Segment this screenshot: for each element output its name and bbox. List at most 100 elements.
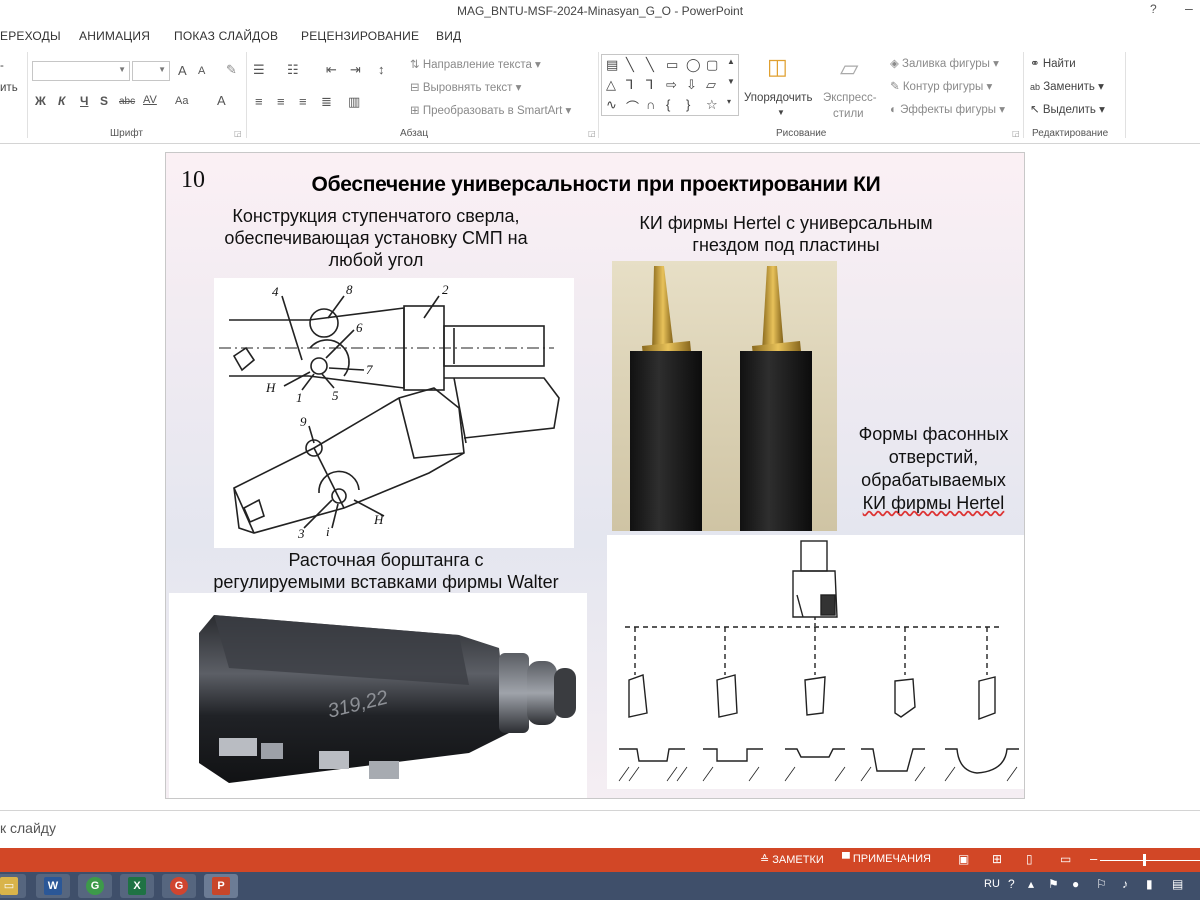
arrange-button[interactable]: Упорядочить	[744, 92, 812, 104]
slide-title[interactable]: Обеспечение универсальности при проектир…	[266, 173, 926, 197]
slide-canvas[interactable]: 10 Обеспечение универсальности при проек…	[165, 152, 1025, 799]
volume-tray-icon[interactable]: ♪	[1122, 877, 1128, 891]
help-tray-icon[interactable]: ?	[1008, 877, 1015, 891]
find-button[interactable]: ⚭ Найти	[1030, 56, 1076, 70]
taskbar-powerpoint[interactable]: P	[204, 874, 238, 898]
caption-hole-shapes[interactable]: Формы фасонных отверстий, обрабатываемых…	[846, 423, 1021, 515]
columns-icon[interactable]: ▥	[348, 94, 360, 110]
textbox-shape-icon[interactable]: ▤	[606, 57, 618, 73]
select-button[interactable]: ↖ Выделить ▾	[1030, 102, 1105, 116]
line-spacing-icon[interactable]: ↕	[378, 62, 385, 77]
arrange-dropdown-icon[interactable]: ▼	[777, 108, 785, 117]
brace-shape-icon[interactable]: ∩	[646, 97, 655, 112]
zoom-slider-thumb[interactable]	[1143, 854, 1146, 866]
normal-view-icon[interactable]: ▣	[958, 852, 969, 866]
notes-toggle-button[interactable]: ≙ ЗАМЕТКИ	[760, 853, 824, 866]
char-spacing-button[interactable]: AV	[143, 94, 157, 106]
text-direction-button[interactable]: ⇅ Направление текста ▾	[410, 57, 541, 71]
rect-shape-icon[interactable]: ▭	[666, 57, 678, 73]
zoom-slider-track[interactable]	[1100, 860, 1200, 861]
step-drill-drawing[interactable]: 4 8 2 6 7 5 1 H 9 3 i H	[214, 278, 574, 548]
caption-drill[interactable]: Конструкция ступенчатого сверла, обеспеч…	[206, 205, 546, 271]
align-right-icon[interactable]: ≡	[299, 94, 307, 109]
caption-hertel[interactable]: КИ фирмы Hertel с универсальным гнездом …	[611, 212, 961, 256]
align-left-icon[interactable]: ≡	[255, 94, 263, 109]
arrow-down-shape-icon[interactable]: ⇩	[686, 77, 697, 93]
align-text-button[interactable]: ⊟ Выровнять текст ▾	[410, 80, 521, 94]
left-brace-shape-icon[interactable]: {	[666, 97, 670, 112]
shape-fill-button[interactable]: ◈ Заливка фигуры ▾	[890, 56, 999, 70]
clipboard-copy-label[interactable]: ить	[0, 82, 18, 94]
gallery-scroll-up-icon[interactable]: ▲	[727, 57, 735, 66]
notes-placeholder[interactable]: к слайду	[0, 820, 56, 836]
taskbar-excel[interactable]: X	[120, 874, 154, 898]
battery-tray-icon[interactable]: ▮	[1146, 877, 1153, 891]
curve-shape-icon[interactable]: ∿	[606, 97, 617, 113]
taskbar-chrome-2[interactable]: G	[162, 874, 196, 898]
quick-styles-button-line1[interactable]: Экспресс-	[823, 92, 877, 104]
bullets-icon[interactable]: ☰	[253, 62, 265, 78]
font-name-combo[interactable]: ▼	[32, 61, 130, 81]
flag-tray-icon[interactable]: ⚐	[1096, 877, 1107, 891]
increase-indent-icon[interactable]: ⇥	[350, 62, 361, 78]
clear-format-icon[interactable]: ✎	[226, 62, 237, 78]
gallery-scroll-down-icon[interactable]: ▼	[727, 77, 735, 86]
italic-button[interactable]: К	[58, 94, 65, 108]
line2-shape-icon[interactable]: ╲	[646, 57, 654, 73]
hole-shapes-drawing[interactable]	[607, 535, 1024, 789]
notification-tray-icon[interactable]: ▤	[1172, 877, 1183, 891]
shapes-gallery[interactable]: ▤ ╲ ╲ ▭ ◯ ▢ △ ⅂ ⅂ ⇨ ⇩ ▱ ∿ ⌒ ∩ { } ☆ ▲ ▼ …	[601, 54, 739, 116]
app-tray-icon[interactable]: ●	[1072, 877, 1079, 891]
grow-font-button[interactable]: A	[178, 63, 187, 78]
font-color-button[interactable]: A	[217, 93, 226, 108]
shape-effects-button[interactable]: ◐ Эффекты фигуры ▾	[890, 102, 1005, 116]
arrow-tray-icon[interactable]: ▴	[1028, 877, 1034, 891]
decrease-indent-icon[interactable]: ⇤	[326, 62, 337, 78]
arc-shape-icon[interactable]: ⌒	[626, 97, 639, 116]
shrink-font-button[interactable]: A	[198, 65, 205, 77]
comments-toggle-button[interactable]: ▀ ПРИМЕЧАНИЯ	[842, 853, 931, 865]
tab-review[interactable]: РЕЦЕНЗИРОВАНИЕ	[301, 29, 419, 43]
zoom-out-button[interactable]: –	[1090, 851, 1097, 866]
elbow-shape-icon[interactable]: ⅂	[646, 77, 653, 93]
taskbar-word[interactable]: W	[36, 874, 70, 898]
network-tray-icon[interactable]: ⚑	[1048, 877, 1059, 891]
convert-smartart-button[interactable]: ⊞ Преобразовать в SmartArt ▾	[410, 103, 571, 117]
underline-button[interactable]: Ч	[80, 94, 88, 108]
oval-shape-icon[interactable]: ◯	[686, 57, 701, 73]
quick-styles-icon[interactable]: ▱	[840, 54, 858, 83]
font-size-combo[interactable]: ▼	[132, 61, 170, 81]
minimize-button[interactable]: –	[1185, 0, 1193, 16]
tab-animation[interactable]: АНИМАЦИЯ	[79, 29, 150, 43]
rounded-rect-shape-icon[interactable]: ▢	[706, 57, 718, 73]
help-button[interactable]: ?	[1150, 2, 1157, 16]
star-shape-icon[interactable]: ☆	[706, 97, 718, 113]
reading-view-icon[interactable]: ▯	[1026, 852, 1033, 866]
paragraph-dialog-launcher-icon[interactable]: ◲	[588, 129, 596, 138]
replace-button[interactable]: ab Заменить ▾	[1030, 79, 1104, 93]
change-case-button[interactable]: Aa	[175, 95, 188, 107]
language-indicator[interactable]: RU	[984, 878, 1000, 890]
taskbar-explorer[interactable]: ▭	[0, 874, 26, 898]
quick-styles-button-line2[interactable]: стили	[833, 108, 864, 120]
shadow-s-button[interactable]: S	[100, 94, 108, 108]
drawing-dialog-launcher-icon[interactable]: ◲	[1012, 129, 1020, 138]
caption-walter[interactable]: Расточная борштанга с регулируемыми вста…	[186, 549, 586, 593]
walter-boring-bar-photo[interactable]: 319,22	[169, 593, 587, 798]
shape-outline-button[interactable]: ✎ Контур фигуры ▾	[890, 79, 992, 93]
gallery-more-icon[interactable]: ▾	[727, 97, 731, 106]
arrow-right-shape-icon[interactable]: ⇨	[666, 77, 677, 93]
arrange-icon[interactable]: ◫	[767, 54, 788, 80]
align-center-icon[interactable]: ≡	[277, 94, 285, 109]
strikethrough-button[interactable]: abc	[119, 96, 135, 107]
flowchart-shape-icon[interactable]: ▱	[706, 77, 716, 93]
right-brace-shape-icon[interactable]: }	[686, 97, 690, 112]
line-shape-icon[interactable]: ╲	[626, 57, 634, 73]
connector-shape-icon[interactable]: ⅂	[626, 77, 633, 93]
justify-icon[interactable]: ≣	[321, 94, 332, 110]
slideshow-view-icon[interactable]: ▭	[1060, 852, 1071, 866]
triangle-shape-icon[interactable]: △	[606, 77, 616, 93]
tab-view[interactable]: ВИД	[436, 29, 461, 43]
hertel-tools-photo[interactable]	[612, 261, 837, 531]
bold-button[interactable]: Ж	[35, 94, 46, 108]
